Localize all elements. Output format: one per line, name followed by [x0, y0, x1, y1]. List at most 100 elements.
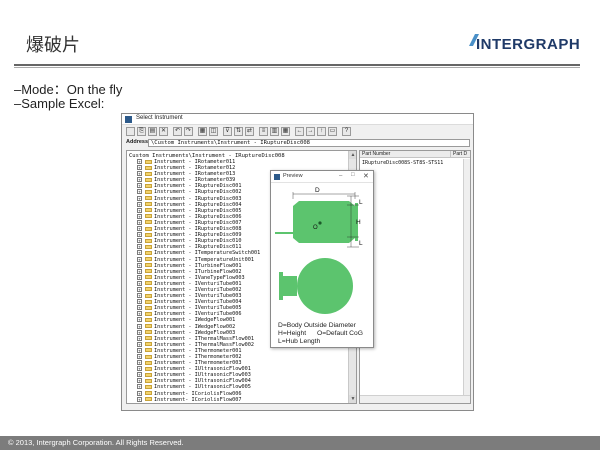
list-view-icon[interactable]: ≡ — [259, 127, 268, 136]
undo-icon[interactable]: ↶ — [173, 127, 182, 136]
part-list-scrollbar[interactable] — [463, 159, 470, 397]
folder-icon — [145, 293, 152, 298]
part-list-hscrollbar[interactable] — [360, 395, 470, 403]
expand-icon[interactable]: + — [137, 201, 142, 207]
details-view-icon[interactable]: ▥ — [270, 127, 279, 136]
part-list-row[interactable]: IRuptureDisc008S-ST8S-STS11 — [362, 160, 443, 166]
maximize-icon[interactable]: □ — [351, 172, 355, 178]
expand-icon[interactable]: + — [137, 165, 142, 171]
folder-icon — [145, 269, 152, 274]
side-view: O D L H L — [275, 187, 363, 248]
tree-item[interactable]: + Instrument- ICoriolisFlow008 — [137, 402, 347, 403]
dim-l-bottom-label: L — [359, 240, 363, 247]
expand-icon[interactable]: + — [137, 189, 142, 195]
expand-icon[interactable]: + — [137, 268, 142, 274]
tree-item-label: Instrument - IVenturiTube002 — [154, 286, 242, 293]
tree-item-label: Instrument - IThermometer002 — [154, 354, 242, 360]
tree-item-label: Instrument - IRotameter013 — [154, 171, 236, 178]
slide-title: 爆破片 — [26, 35, 80, 56]
copy-icon[interactable]: ⎘ — [137, 127, 146, 136]
up-folder-icon[interactable]: ↑ — [317, 127, 326, 136]
expand-icon[interactable]: + — [137, 159, 142, 164]
expand-icon[interactable]: + — [137, 396, 142, 402]
scroll-down-icon[interactable]: ▼ — [349, 395, 356, 403]
expand-icon[interactable]: + — [137, 335, 142, 341]
address-field[interactable]: \Custom Instruments\Instrument - IRuptur… — [148, 139, 470, 147]
expand-icon[interactable]: + — [137, 384, 142, 390]
expand-icon[interactable]: + — [137, 293, 142, 299]
folder-icon[interactable]: ▭ — [328, 127, 337, 136]
tree-item-label: Instrument - IRuptureDisc010 — [154, 238, 242, 245]
expand-icon[interactable]: + — [137, 250, 142, 256]
scroll-up-icon[interactable]: ▲ — [349, 151, 356, 159]
expand-icon[interactable]: + — [137, 238, 142, 244]
expand-icon[interactable]: + — [137, 323, 142, 329]
expand-icon[interactable]: + — [137, 207, 142, 213]
column-part-number[interactable]: Part Number — [362, 151, 390, 158]
expand-icon[interactable]: + — [137, 299, 142, 305]
tree-item-label: Instrument - IVenturiTube006 — [154, 311, 242, 318]
properties-icon[interactable]: ▦ — [198, 127, 207, 136]
expand-icon[interactable]: + — [137, 347, 142, 353]
expand-icon[interactable]: + — [137, 232, 142, 238]
expand-icon[interactable]: + — [137, 177, 142, 183]
filter-icon[interactable]: ⊽ — [223, 127, 232, 136]
expand-icon[interactable]: + — [137, 329, 142, 335]
paste-icon[interactable]: ▤ — [148, 127, 157, 136]
tree-item-label: Instrument - IUltrasonicFlow004 — [154, 378, 251, 385]
expand-icon[interactable]: + — [137, 195, 142, 201]
expand-icon[interactable]: + — [137, 171, 142, 177]
expand-icon[interactable]: + — [137, 317, 142, 323]
tree-item-label: Instrument - IThermalMassFlow001 — [154, 335, 254, 342]
expand-icon[interactable]: + — [137, 372, 142, 378]
dim-h-label: H — [356, 219, 361, 226]
address-bar: Address: \Custom Instruments\Instrument … — [126, 139, 471, 148]
expand-icon[interactable]: + — [137, 366, 142, 372]
move-icon[interactable]: ⇄ — [245, 127, 254, 136]
expand-icon[interactable]: + — [137, 305, 142, 311]
expand-icon[interactable]: + — [137, 378, 142, 384]
expand-icon[interactable]: + — [137, 244, 142, 250]
folder-icon — [145, 214, 152, 219]
expand-icon[interactable]: + — [137, 311, 142, 317]
expand-icon[interactable]: + — [137, 274, 142, 280]
tree-item-label: Instrument - ITemperatureUnit001 — [154, 256, 254, 263]
tree-item-label: Instrument - IWedgeFlow001 — [154, 317, 236, 324]
expand-icon[interactable]: + — [137, 226, 142, 232]
close-icon[interactable]: ✕ — [363, 172, 369, 180]
delete-icon[interactable]: ✕ — [159, 127, 168, 136]
column-part-description[interactable]: Part D — [450, 151, 467, 158]
redo-icon[interactable]: ↷ — [184, 127, 193, 136]
folder-icon — [145, 177, 152, 182]
tree-item-label: Instrument - IRuptureDisc009 — [154, 232, 242, 239]
sort-icon[interactable]: ⇅ — [234, 127, 243, 136]
expand-icon[interactable]: + — [137, 360, 142, 366]
folder-icon — [145, 202, 152, 207]
icons-view-icon[interactable]: ▦ — [281, 127, 290, 136]
folder-icon — [145, 391, 152, 396]
expand-icon[interactable]: + — [137, 262, 142, 268]
toolbar-button[interactable] — [126, 127, 135, 136]
back-icon[interactable]: ← — [295, 127, 304, 136]
expand-icon[interactable]: + — [137, 280, 142, 286]
tree-item-label: Instrument - IWedgeFlow002 — [154, 323, 236, 330]
expand-icon[interactable]: + — [137, 354, 142, 359]
expand-icon[interactable]: + — [137, 219, 142, 225]
tree-item-label: Instrument - IUltrasonicFlow003 — [154, 372, 251, 379]
tree-item-label: Instrument - IRuptureDisc006 — [154, 213, 242, 220]
expand-icon[interactable]: + — [137, 256, 142, 262]
minimize-icon[interactable]: – — [339, 173, 342, 179]
folder-icon — [145, 397, 152, 402]
expand-icon[interactable]: + — [137, 390, 142, 396]
expand-icon[interactable]: + — [137, 213, 142, 219]
preview-titlebar: Preview – □ ✕ — [271, 171, 373, 183]
expand-icon[interactable]: + — [137, 183, 142, 189]
view-icon[interactable]: ◫ — [209, 127, 218, 136]
tree-item-label: Instrument - IUltrasonicFlow005 — [154, 384, 251, 391]
help-icon[interactable]: ? — [342, 127, 351, 136]
forward-icon[interactable]: → — [306, 127, 315, 136]
folder-icon — [145, 208, 152, 213]
expand-icon[interactable]: + — [137, 341, 142, 347]
expand-icon[interactable]: + — [137, 402, 142, 403]
expand-icon[interactable]: + — [137, 286, 142, 292]
